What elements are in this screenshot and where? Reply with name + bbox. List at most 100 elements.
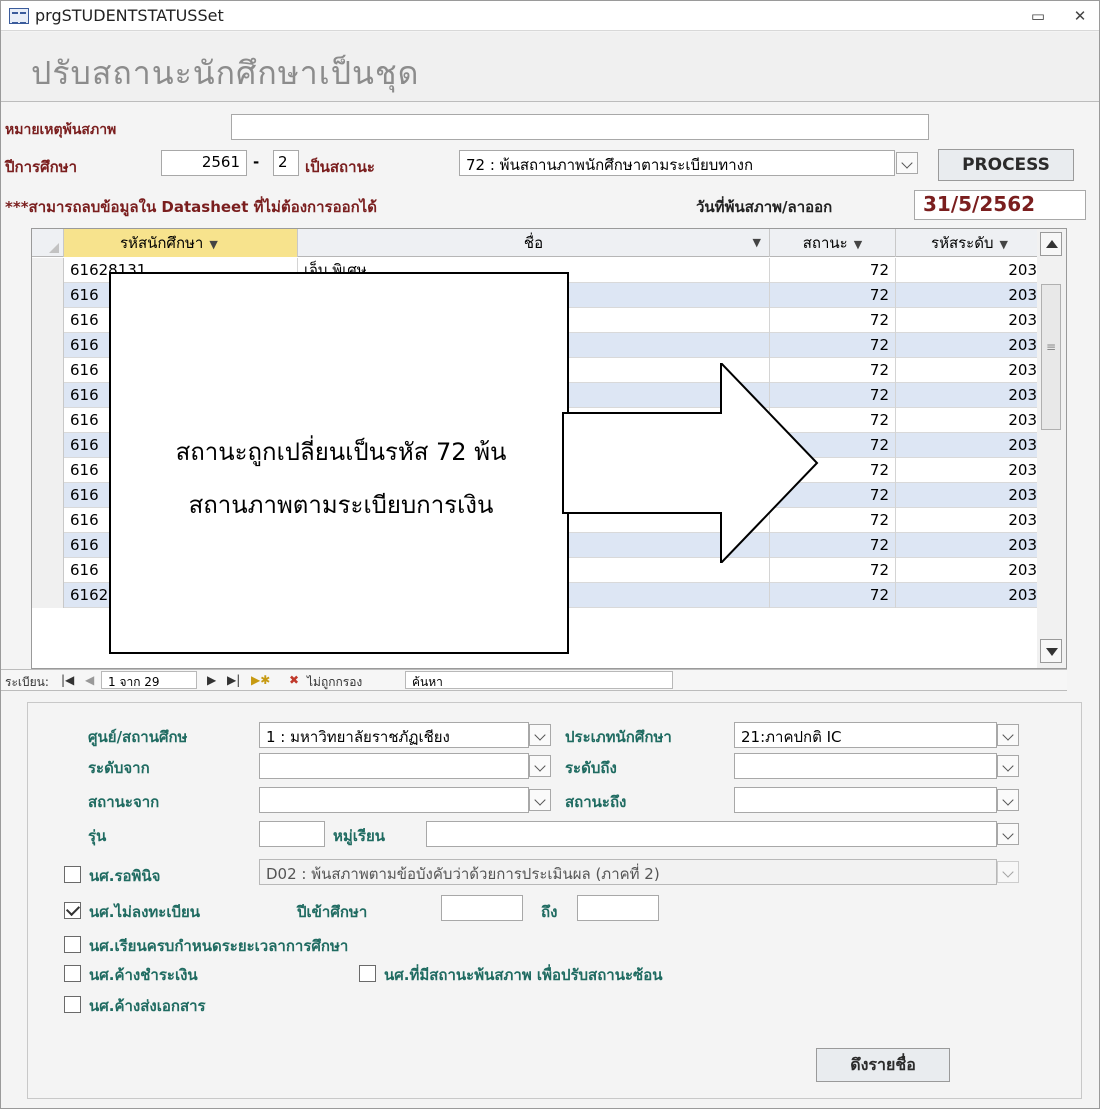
scroll-up-icon[interactable]: [1040, 232, 1062, 256]
chevron-down-icon[interactable]: [529, 755, 551, 777]
date-label: วันที่พ้นสภาพ/ลาออก: [696, 198, 833, 216]
new-record-icon[interactable]: ▶✱: [251, 673, 270, 687]
row-selector[interactable]: [32, 383, 64, 408]
entry-year-to-input[interactable]: [577, 895, 659, 921]
cell-status[interactable]: 72: [770, 583, 896, 608]
cell-level-code[interactable]: 203: [896, 283, 1044, 308]
chevron-down-icon: [997, 861, 1019, 883]
filter-status[interactable]: ไม่ถูกกรอง: [307, 673, 362, 692]
search-input[interactable]: ค้นหา: [405, 671, 673, 689]
column-name[interactable]: ชื่อ ▼: [298, 229, 770, 257]
chevron-down-icon[interactable]: [896, 152, 918, 174]
center-combo[interactable]: 1 : มหาวิทยาลัยราชภัฏเชียง: [259, 722, 529, 748]
row-selector[interactable]: [32, 583, 64, 608]
cell-level-code[interactable]: 203: [896, 383, 1044, 408]
column-level-code[interactable]: รหัสระดับ ▼: [896, 229, 1044, 257]
callout-line-1: สถานะถูกเปลี่ยนเป็นรหัส 72 พ้น: [175, 438, 507, 466]
sort-dropdown-icon[interactable]: ▼: [209, 238, 217, 251]
pending-checkbox[interactable]: [64, 866, 81, 883]
datasheet-scrollbar[interactable]: [1037, 228, 1067, 669]
cell-level-code[interactable]: 203: [896, 458, 1044, 483]
status-to-combo[interactable]: [734, 787, 997, 813]
record-position-input[interactable]: 1 จาก 29: [101, 671, 197, 689]
scroll-thumb[interactable]: [1041, 284, 1061, 430]
column-status[interactable]: สถานะ ▼: [770, 229, 896, 257]
entry-year-from-input[interactable]: [441, 895, 523, 921]
filter-icon[interactable]: ✖: [289, 673, 299, 687]
row-selector[interactable]: [32, 358, 64, 383]
close-button[interactable]: ✕: [1067, 5, 1093, 27]
fetch-list-button[interactable]: ดึงรายชื่อ: [816, 1048, 950, 1082]
last-record-icon[interactable]: ▶|: [227, 673, 240, 687]
group-combo[interactable]: [426, 821, 997, 847]
chevron-down-icon[interactable]: [997, 789, 1019, 811]
row-selector[interactable]: [32, 408, 64, 433]
completed-duration-label: นศ.เรียนครบกำหนดระยะเวลาการศึกษา: [89, 937, 349, 955]
cell-level-code[interactable]: 203: [896, 308, 1044, 333]
process-button[interactable]: PROCESS: [938, 149, 1074, 181]
row-selector[interactable]: [32, 483, 64, 508]
status-to-label: สถานะถึง: [565, 793, 627, 811]
student-type-combo[interactable]: 21:ภาคปกติ IC: [734, 722, 997, 748]
level-from-combo[interactable]: [259, 753, 529, 779]
row-selector[interactable]: [32, 433, 64, 458]
cell-level-code[interactable]: 203: [896, 533, 1044, 558]
cell-level-code[interactable]: 203: [896, 258, 1044, 283]
cell-level-code[interactable]: 203: [896, 333, 1044, 358]
row-selector[interactable]: [32, 333, 64, 358]
sort-dropdown-icon[interactable]: ▼: [1000, 238, 1008, 251]
previous-record-icon[interactable]: ◀: [85, 673, 94, 687]
group-label: หมู่เรียน: [333, 827, 386, 845]
term-input[interactable]: 2: [273, 150, 299, 176]
missing-documents-checkbox[interactable]: [64, 996, 81, 1013]
cell-status[interactable]: 72: [770, 258, 896, 283]
row-selector[interactable]: [32, 558, 64, 583]
row-selector[interactable]: [32, 283, 64, 308]
chevron-down-icon[interactable]: [997, 755, 1019, 777]
completed-duration-checkbox[interactable]: [64, 936, 81, 953]
existing-status-checkbox[interactable]: [359, 965, 376, 982]
row-selector[interactable]: [32, 533, 64, 558]
row-selector[interactable]: [32, 458, 64, 483]
column-student-id[interactable]: รหัสนักศึกษา ▼: [64, 229, 298, 257]
minimize-button[interactable]: ▭: [1025, 5, 1051, 27]
next-record-icon[interactable]: ▶: [207, 673, 216, 687]
first-record-icon[interactable]: |◀: [61, 673, 74, 687]
scroll-down-icon[interactable]: [1040, 639, 1062, 663]
sort-dropdown-icon[interactable]: ▼: [854, 238, 862, 251]
chevron-down-icon[interactable]: [997, 823, 1019, 845]
date-input[interactable]: 31/5/2562: [914, 190, 1086, 220]
column-status-label: สถานะ: [802, 234, 848, 252]
record-navigator: ระเบียน: |◀ ◀ 1 จาก 29 ▶ ▶| ▶✱ ✖ ไม่ถูกก…: [1, 669, 1067, 691]
generation-input[interactable]: [259, 821, 325, 847]
chevron-down-icon[interactable]: [529, 724, 551, 746]
status-from-combo[interactable]: [259, 787, 529, 813]
cell-level-code[interactable]: 203: [896, 583, 1044, 608]
row-selector[interactable]: [32, 308, 64, 333]
year-input[interactable]: 2561: [161, 150, 247, 176]
cell-level-code[interactable]: 203: [896, 358, 1044, 383]
cell-level-code[interactable]: 203: [896, 408, 1044, 433]
cell-status[interactable]: 72: [770, 333, 896, 358]
cell-level-code[interactable]: 203: [896, 508, 1044, 533]
sort-dropdown-icon[interactable]: ▼: [753, 229, 761, 257]
status-from-label: สถานะจาก: [88, 793, 160, 811]
chevron-down-icon[interactable]: [529, 789, 551, 811]
cell-level-code[interactable]: 203: [896, 558, 1044, 583]
chevron-down-icon[interactable]: [997, 724, 1019, 746]
row-selector[interactable]: [32, 508, 64, 533]
cell-status[interactable]: 72: [770, 308, 896, 333]
not-registered-checkbox[interactable]: [64, 902, 81, 919]
level-to-combo[interactable]: [734, 753, 997, 779]
status-combo[interactable]: 72 : พ้นสถานภาพนักศึกษาตามระเบียบทางก: [459, 150, 895, 176]
window-title: prgSTUDENTSTATUSSet: [35, 6, 224, 25]
owing-payment-checkbox[interactable]: [64, 965, 81, 982]
year-term-separator: -: [253, 153, 260, 171]
cell-level-code[interactable]: 203: [896, 433, 1044, 458]
remark-input[interactable]: [231, 114, 929, 140]
cell-level-code[interactable]: 203: [896, 483, 1044, 508]
pending-reason-combo: D02 : พ้นสภาพตามข้อบังคับว่าด้วยการประเม…: [259, 859, 997, 885]
row-selector[interactable]: [32, 258, 64, 283]
cell-status[interactable]: 72: [770, 283, 896, 308]
select-all-corner[interactable]: [32, 229, 64, 257]
